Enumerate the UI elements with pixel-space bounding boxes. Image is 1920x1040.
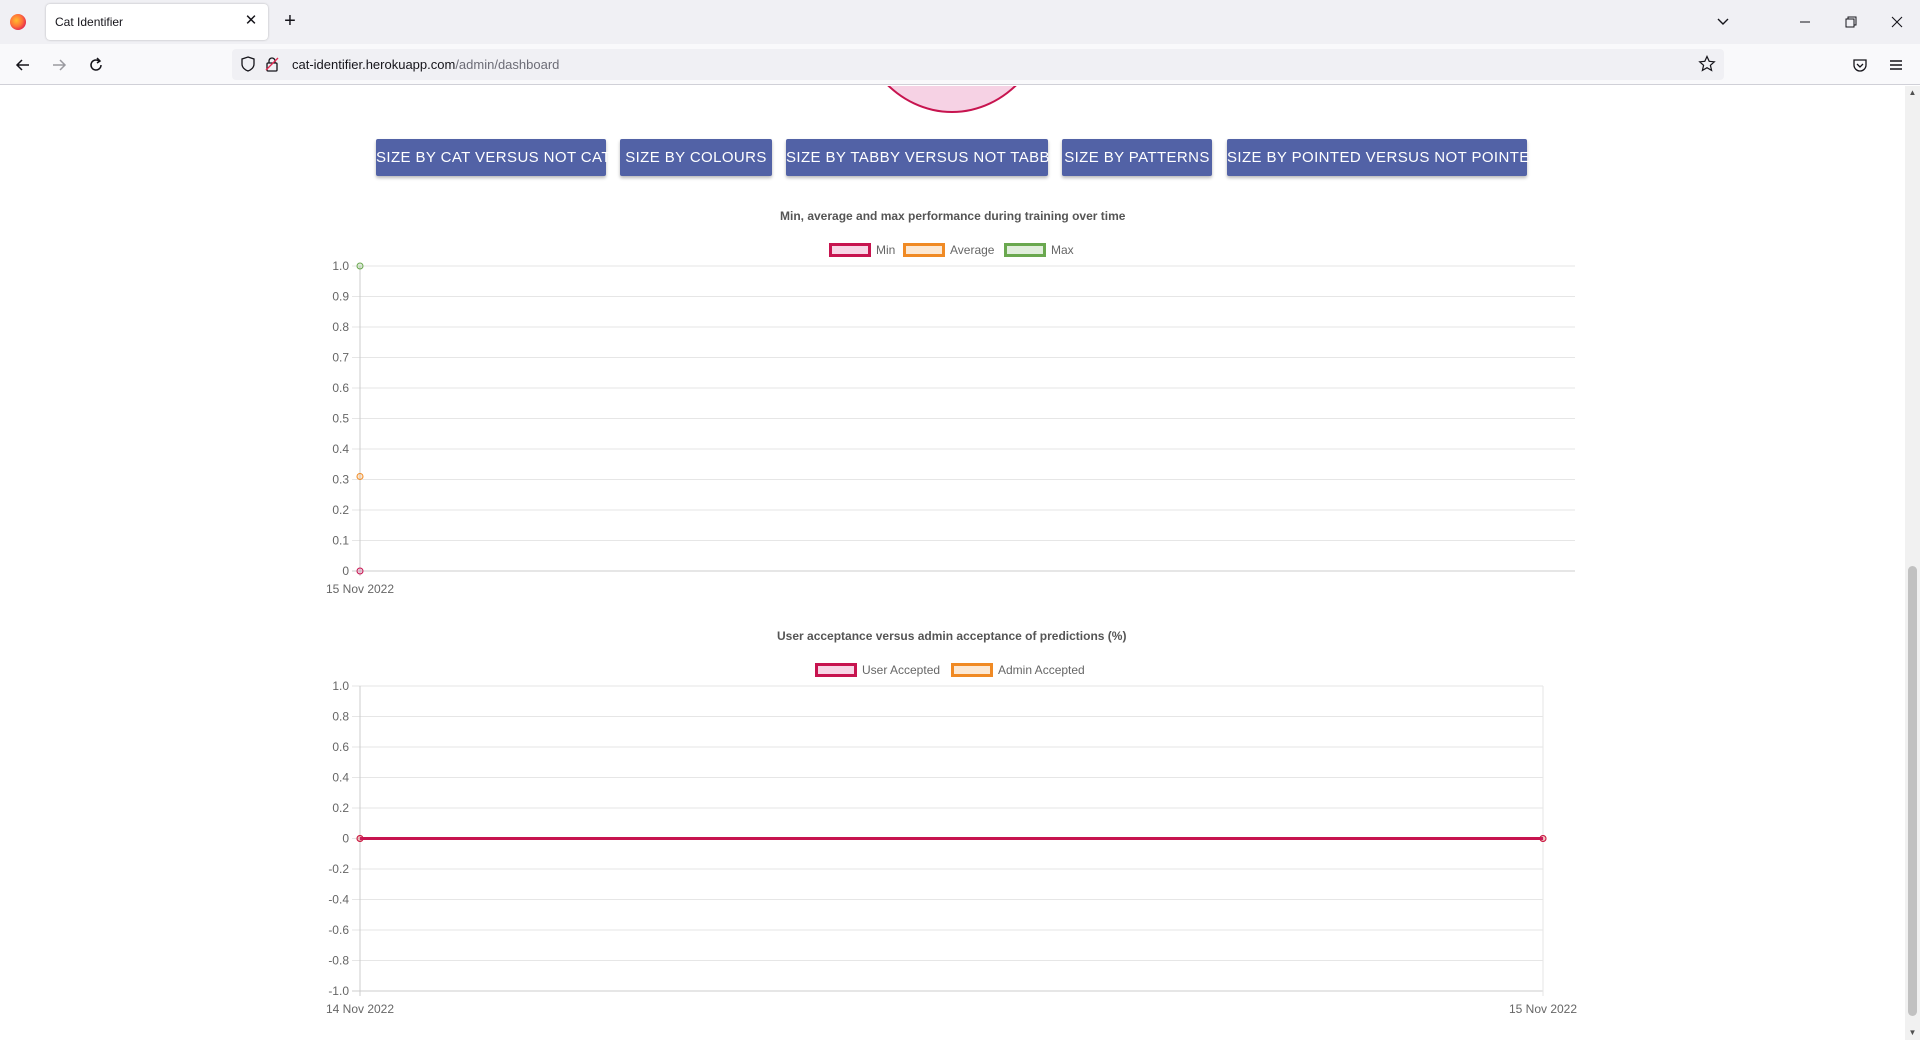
restore-icon[interactable] [1839,10,1863,34]
y-tick-label: 1.0 [332,679,349,693]
url-host: cat-identifier.herokuapp.com [292,57,456,72]
x-tick-label: 15 Nov 2022 [1509,1002,1577,1016]
chevron-down-icon[interactable] [1711,10,1735,34]
tab-bar: Cat Identifier ✕ + [0,0,1920,44]
dashboard-page: SIZE BY CAT VERSUS NOT CAT SIZE BY COLOU… [0,86,1905,1040]
y-tick-label: 0.2 [332,801,349,815]
x-tick-label: 14 Nov 2022 [326,1002,394,1016]
navigation-bar: cat-identifier.herokuapp.com/admin/dashb… [0,44,1920,85]
acceptance-line-chart: 1.0 0.8 0.6 0.4 0.2 0 -0.2 -0.4 -0.6 -0.8 -1.0 14 N… [326,679,1577,1016]
y-tick-label: -1.0 [328,984,349,998]
y-tick-label: -0.2 [328,862,349,876]
data-point [356,835,364,842]
y-tick-label: 0 [342,832,349,846]
y-tick-label: -0.4 [328,893,349,907]
lock-icon[interactable] [264,56,280,72]
scroll-thumb[interactable] [1908,566,1917,1016]
forward-arrow-icon[interactable] [46,52,72,78]
url-text[interactable]: cat-identifier.herokuapp.com/admin/dashb… [292,57,559,72]
tab-title: Cat Identifier [55,15,124,29]
y-tick-label: 0.4 [332,771,349,785]
star-icon[interactable] [1698,55,1716,73]
hamburger-menu-icon[interactable] [1883,52,1909,78]
page-scrollbar[interactable]: ▲ ▼ [1905,86,1920,1040]
y-tick-label: 0.6 [332,740,349,754]
reload-icon[interactable] [83,52,109,78]
data-point [1539,835,1547,842]
close-icon[interactable]: ✕ [242,12,260,30]
pocket-icon[interactable] [1847,52,1873,78]
minimize-icon[interactable] [1793,10,1817,34]
plus-icon[interactable]: + [280,11,300,31]
y-tick-label: -0.8 [328,954,349,968]
firefox-logo-icon [10,14,26,30]
browser-tab[interactable]: Cat Identifier ✕ [46,4,268,40]
url-path: /admin/dashboard [455,57,560,72]
y-tick-label: 0.8 [332,710,349,724]
close-window-icon[interactable] [1885,10,1909,34]
y-tick-label: -0.6 [328,923,349,937]
back-arrow-icon[interactable] [10,52,36,78]
url-bar[interactable]: cat-identifier.herokuapp.com/admin/dashb… [232,49,1724,80]
shield-icon[interactable] [240,56,256,72]
scroll-down-icon[interactable]: ▼ [1907,1028,1918,1038]
scroll-up-icon[interactable]: ▲ [1907,88,1918,98]
